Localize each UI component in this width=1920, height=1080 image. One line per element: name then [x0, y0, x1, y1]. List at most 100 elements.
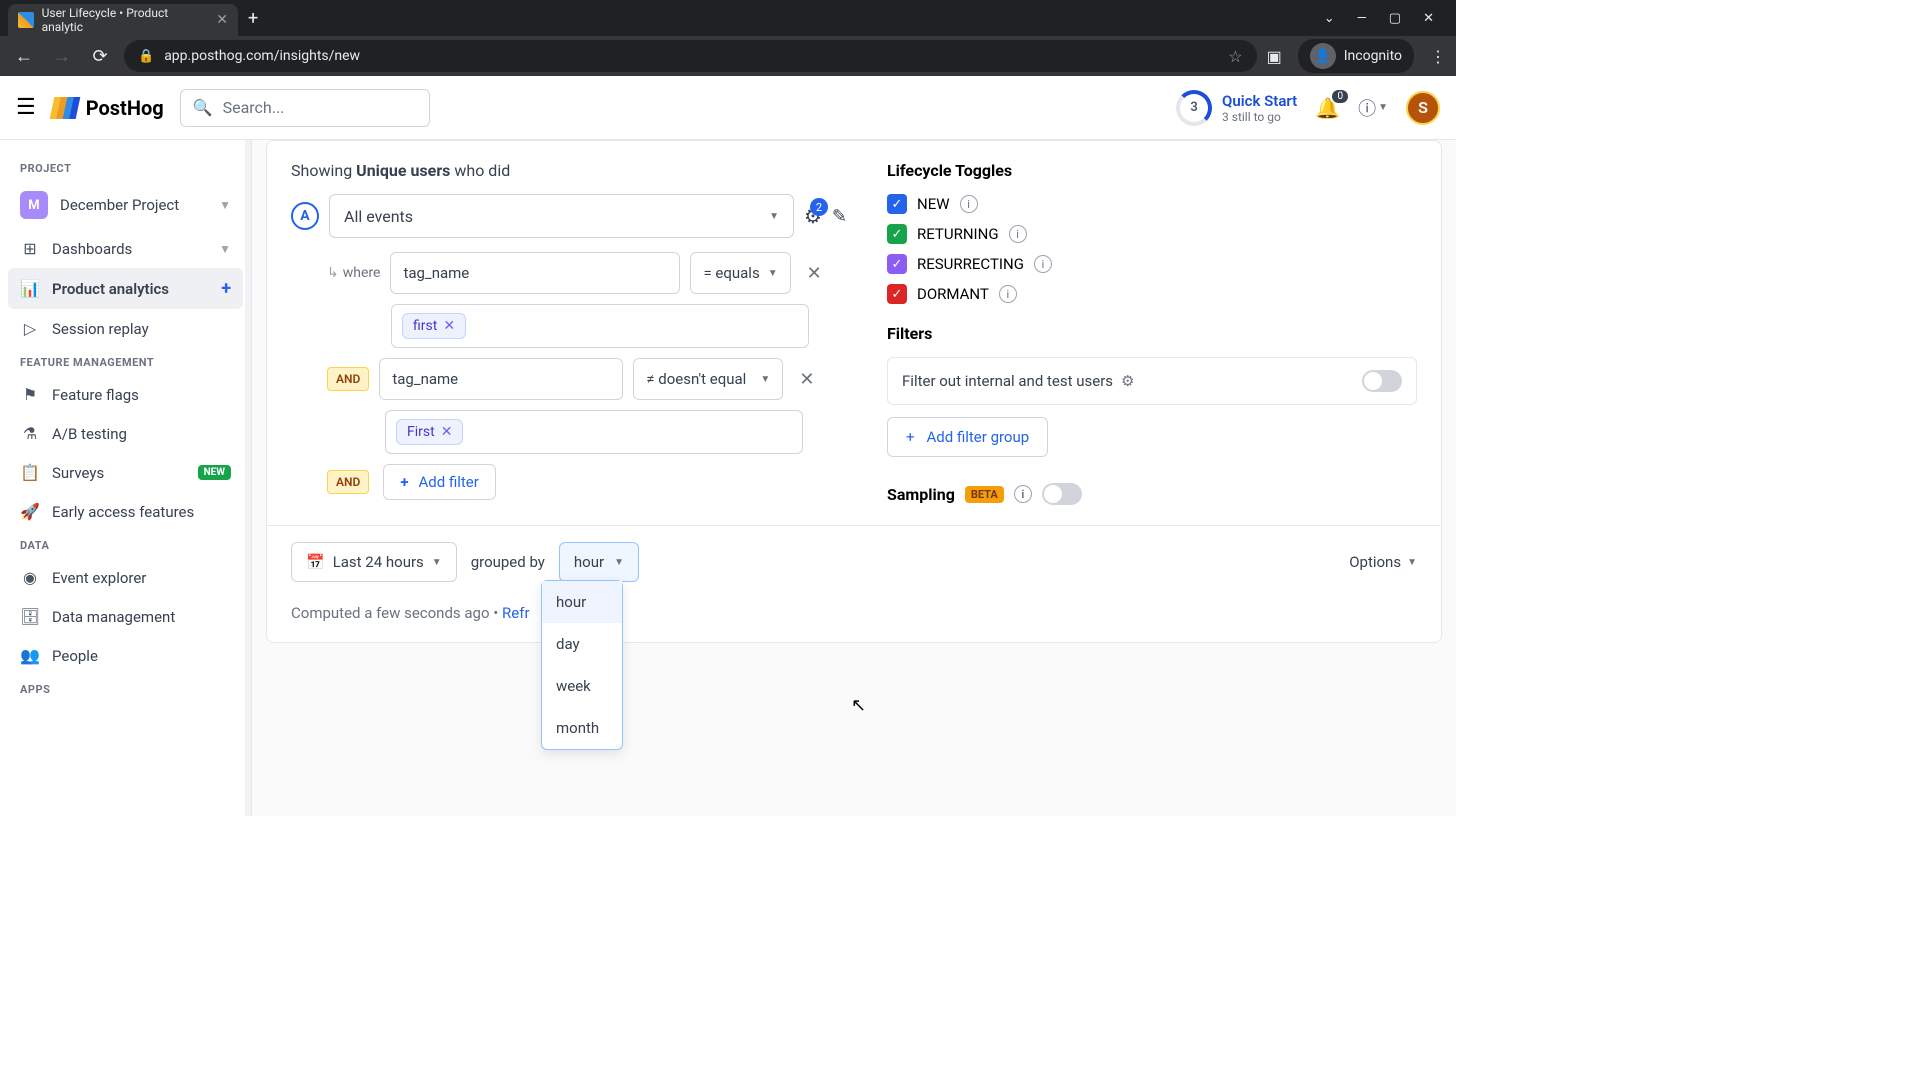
dropdown-item-hour[interactable]: hour	[542, 581, 622, 623]
flag-icon: ⚑	[20, 385, 40, 404]
date-range-button[interactable]: 📅 Last 24 hours ▼	[291, 542, 457, 582]
chip-remove-icon[interactable]: ✕	[441, 424, 453, 440]
favicon-icon	[18, 12, 34, 28]
caret-down-icon: ▼	[1407, 557, 1417, 568]
reload-button[interactable]: ⟳	[86, 46, 114, 67]
browser-tab[interactable]: User Lifecycle • Product analytic ✕	[8, 4, 238, 36]
toggle-dormant[interactable]: ✓ DORMANT i	[887, 284, 1417, 304]
incognito-badge[interactable]: 👤 Incognito	[1298, 39, 1414, 73]
quick-start-button[interactable]: 3 Quick Start 3 still to go	[1176, 90, 1297, 126]
filter-icon-button[interactable]: ⚙ 2	[804, 204, 822, 228]
sidebar-item-session-replay[interactable]: ▷ Session replay	[8, 309, 243, 348]
hamburger-icon[interactable]: ☰	[16, 95, 36, 120]
sidebar-item-surveys[interactable]: 📋 Surveys NEW	[8, 453, 243, 492]
showing-label: Showing Unique users who did	[291, 161, 847, 180]
operator-select-2[interactable]: ≠ doesn't equal▼	[633, 358, 783, 400]
browser-chrome: User Lifecycle • Product analytic ✕ + ⌄ …	[0, 0, 1456, 76]
caret-down-icon: ▼	[769, 211, 779, 222]
help-icon: ⓘ	[1358, 95, 1376, 121]
value-box-1[interactable]: first ✕	[391, 304, 809, 348]
chip-remove-icon[interactable]: ✕	[443, 318, 455, 334]
bookmark-icon[interactable]: ☆	[1228, 47, 1242, 66]
and-chip: AND	[327, 470, 369, 494]
info-icon[interactable]: i	[1034, 255, 1052, 273]
value-box-2[interactable]: First ✕	[385, 410, 803, 454]
sidebar-item-early-access[interactable]: 🚀 Early access features	[8, 492, 243, 531]
checkbox-icon: ✓	[887, 194, 907, 214]
dropdown-item-week[interactable]: week	[542, 665, 622, 707]
dropdown-item-month[interactable]: month	[542, 707, 622, 749]
sampling-switch[interactable]	[1042, 483, 1082, 505]
sidebar-item-ab-testing[interactable]: ⚗ A/B testing	[8, 414, 243, 453]
help-button[interactable]: ⓘ ▼	[1358, 95, 1388, 121]
maximize-icon[interactable]: ▢	[1389, 11, 1401, 26]
new-badge: NEW	[198, 465, 231, 480]
caret-down-icon: ▼	[432, 557, 442, 568]
remove-filter-1[interactable]: ✕	[807, 263, 822, 284]
sidebar-item-event-explorer[interactable]: ◉ Event explorer	[8, 558, 243, 597]
caret-down-icon: ▼	[768, 268, 778, 279]
logo[interactable]: PostHog	[52, 96, 164, 120]
computed-label: Computed a few seconds ago • Refr	[267, 598, 1441, 642]
address-bar[interactable]: 🔒 app.posthog.com/insights/new ☆	[124, 40, 1257, 72]
rocket-icon: 🚀	[20, 502, 40, 521]
gear-icon[interactable]: ⚙	[1121, 372, 1134, 390]
remove-filter-2[interactable]: ✕	[799, 369, 814, 390]
user-avatar[interactable]: S	[1406, 91, 1440, 125]
refresh-link[interactable]: Refr	[502, 604, 530, 622]
search-icon: 🔍	[193, 98, 213, 117]
add-filter-button[interactable]: + Add filter	[383, 464, 496, 500]
database-icon: 🗄	[20, 607, 40, 626]
event-selector[interactable]: All events ▼	[329, 194, 794, 238]
info-icon[interactable]: i	[999, 285, 1017, 303]
series-indicator: A	[291, 202, 319, 230]
project-selector[interactable]: M December Project ▼	[8, 181, 243, 229]
window-controls: ⌄ ― ▢ ✕	[1324, 11, 1448, 26]
grouped-by-label: grouped by	[471, 553, 545, 571]
extensions-icon[interactable]: ▣	[1267, 47, 1282, 66]
interval-selector[interactable]: hour ▼	[559, 542, 639, 582]
options-button[interactable]: Options ▼	[1349, 553, 1417, 571]
app-header: ☰ PostHog 🔍 Search... 3 Quick Start 3 st…	[0, 76, 1456, 140]
sidebar-section-feature: FEATURE MANAGEMENT	[8, 348, 243, 375]
add-filter-group-button[interactable]: + Add filter group	[887, 417, 1048, 457]
forward-button: →	[48, 46, 76, 67]
new-tab-button[interactable]: +	[238, 4, 268, 33]
cursor-icon: ↖	[851, 695, 866, 716]
calendar-icon: 📅	[306, 553, 325, 571]
info-icon[interactable]: i	[960, 195, 978, 213]
where-label: where	[327, 265, 380, 281]
search-input[interactable]: 🔍 Search...	[180, 89, 430, 127]
sidebar-item-product-analytics[interactable]: 📊 Product analytics +	[8, 268, 243, 309]
dropdown-item-day[interactable]: day	[542, 623, 622, 665]
logo-icon	[49, 97, 80, 119]
info-icon[interactable]: i	[1009, 225, 1027, 243]
sidebar-item-data-management[interactable]: 🗄 Data management	[8, 597, 243, 636]
property-input-1[interactable]: tag_name	[390, 252, 680, 294]
lifecycle-title: Lifecycle Toggles	[887, 161, 1417, 180]
toggle-resurrecting[interactable]: ✓ RESURRECTING i	[887, 254, 1417, 274]
sidebar-item-feature-flags[interactable]: ⚑ Feature flags	[8, 375, 243, 414]
close-window-icon[interactable]: ✕	[1423, 11, 1434, 26]
dashboard-icon: ⊞	[20, 239, 40, 258]
toggle-new[interactable]: ✓ NEW i	[887, 194, 1417, 214]
toggle-returning[interactable]: ✓ RETURNING i	[887, 224, 1417, 244]
sidebar-item-people[interactable]: 👥 People	[8, 636, 243, 675]
close-tab-icon[interactable]: ✕	[216, 12, 228, 28]
notifications-button[interactable]: 🔔 0	[1315, 96, 1340, 120]
internal-users-filter: Filter out internal and test users ⚙	[887, 357, 1417, 405]
back-button[interactable]: ←	[10, 46, 38, 67]
menu-icon[interactable]: ⋮	[1430, 47, 1446, 66]
tab-title: User Lifecycle • Product analytic	[42, 6, 209, 34]
chevron-down-icon[interactable]: ⌄	[1324, 11, 1335, 26]
info-icon[interactable]: i	[1014, 485, 1032, 503]
minimize-icon[interactable]: ―	[1357, 11, 1367, 26]
toggle-switch[interactable]	[1362, 370, 1402, 392]
checkbox-icon: ✓	[887, 224, 907, 244]
plus-icon[interactable]: +	[221, 278, 231, 299]
sidebar-item-dashboards[interactable]: ⊞ Dashboards ▼	[8, 229, 243, 268]
edit-icon[interactable]: ✎	[832, 206, 847, 227]
property-input-2[interactable]: tag_name	[379, 358, 623, 400]
operator-select-1[interactable]: = equals▼	[690, 252, 790, 294]
live-icon: ◉	[20, 568, 40, 587]
